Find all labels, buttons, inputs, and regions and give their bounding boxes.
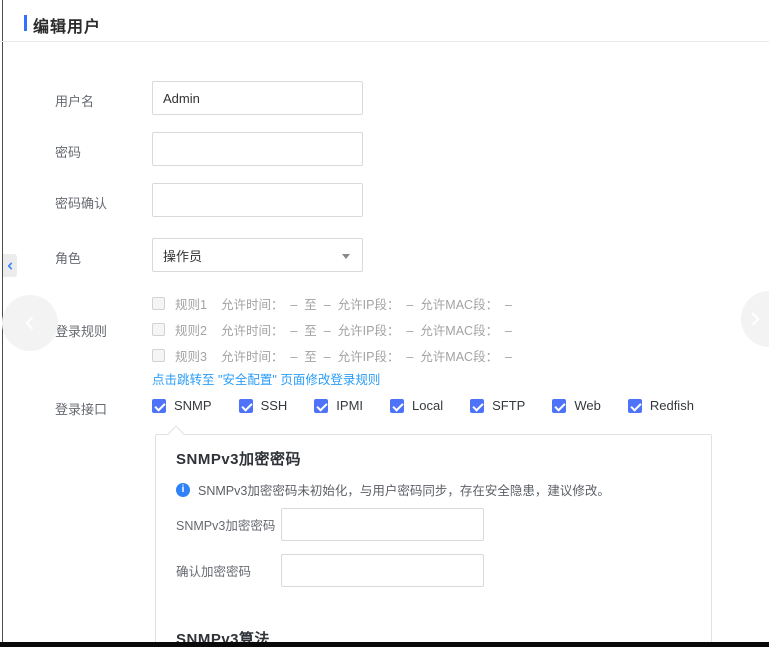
web-label: Web (574, 398, 601, 413)
rule2-checkbox[interactable] (152, 323, 165, 336)
login-rule-row-2: 规则2 允许时间： – 至 – 允许IP段： – 允许MAC段： – (152, 316, 512, 342)
snmpv3-confirm-row: 确认加密密码 (176, 554, 711, 587)
local-label: Local (412, 398, 443, 413)
rule1-name: 规则1 (175, 294, 207, 313)
rule3-detail: 允许时间： – 至 – 允许IP段： – 允许MAC段： – (221, 346, 512, 365)
sftp-label: SFTP (492, 398, 525, 413)
role-label: 角色 (55, 248, 81, 267)
snmpv3-panel: SNMPv3加密密码 i SNMPv3加密密码未初始化，与用户密码同步，存在安全… (155, 434, 712, 647)
panel-callout-notch (168, 426, 185, 443)
carousel-next-button[interactable] (741, 291, 769, 347)
username-label: 用户名 (55, 91, 94, 110)
snmpv3-confirm-label: 确认加密密码 (176, 561, 281, 580)
snmpv3-info-text: SNMPv3加密密码未初始化，与用户密码同步，存在安全隐患，建议修改。 (198, 480, 610, 499)
security-config-link[interactable]: 点击跳转至 "安全配置" 页面修改登录规则 (152, 369, 380, 388)
rule3-checkbox[interactable] (152, 349, 165, 362)
ssh-checkbox[interactable] (239, 399, 253, 413)
carousel-prev-button[interactable] (2, 295, 58, 351)
header-divider (0, 41, 769, 42)
ipmi-checkbox[interactable] (314, 399, 328, 413)
page-title: 编辑用户 (33, 13, 101, 37)
login-rule-row-3: 规则3 允许时间： – 至 – 允许IP段： – 允许MAC段： – (152, 342, 512, 368)
snmp-label: SNMP (174, 398, 212, 413)
snmpv3-info-row: i SNMPv3加密密码未初始化，与用户密码同步，存在安全隐患，建议修改。 (176, 481, 711, 498)
snmpv3-password-input[interactable] (281, 508, 484, 541)
local-checkbox[interactable] (390, 399, 404, 413)
password-label: 密码 (55, 142, 81, 161)
ipmi-label: IPMI (336, 398, 363, 413)
role-select[interactable]: 操作员 (152, 238, 363, 272)
rule1-checkbox[interactable] (152, 297, 165, 310)
edit-user-page: 编辑用户 用户名 密码 密码确认 角色 操作员 登录规则 规则1 允许时间： –… (0, 0, 769, 647)
sftp-checkbox[interactable] (470, 399, 484, 413)
iface-redfish: Redfish (628, 398, 694, 413)
iface-sftp: SFTP (470, 398, 525, 413)
info-icon: i (176, 483, 190, 497)
snmp-checkbox[interactable] (152, 399, 166, 413)
password-confirm-input[interactable] (152, 183, 363, 217)
login-interfaces-label: 登录接口 (55, 399, 107, 418)
password-confirm-label: 密码确认 (55, 193, 107, 212)
chevron-left-icon (6, 261, 14, 271)
role-selected-value: 操作员 (163, 246, 202, 265)
rule2-detail: 允许时间： – 至 – 允许IP段： – 允许MAC段： – (221, 320, 512, 339)
ssh-label: SSH (261, 398, 288, 413)
snmpv3-confirm-input[interactable] (281, 554, 484, 587)
iface-local: Local (390, 398, 443, 413)
snmpv3-password-row: SNMPv3加密密码 (176, 508, 711, 541)
web-checkbox[interactable] (552, 399, 566, 413)
snmpv3-password-label: SNMPv3加密密码 (176, 515, 281, 534)
login-interfaces-group: SNMP SSH IPMI Local SFTP Web Redfish (152, 398, 694, 413)
rule2-name: 规则2 (175, 320, 207, 339)
iface-web: Web (552, 398, 601, 413)
iface-ssh: SSH (239, 398, 288, 413)
chevron-right-icon (747, 309, 763, 329)
login-rules-list: 规则1 允许时间： – 至 – 允许IP段： – 允许MAC段： – 规则2 允… (152, 290, 512, 368)
sidebar-collapse-button[interactable] (3, 254, 17, 277)
login-rule-row-1: 规则1 允许时间： – 至 – 允许IP段： – 允许MAC段： – (152, 290, 512, 316)
login-rules-label: 登录规则 (55, 321, 107, 340)
iface-snmp: SNMP (152, 398, 212, 413)
bottom-black-bar (0, 642, 769, 647)
password-input[interactable] (152, 132, 363, 166)
redfish-label: Redfish (650, 398, 694, 413)
snmpv3-panel-title: SNMPv3加密密码 (176, 448, 711, 469)
rule3-name: 规则3 (175, 346, 207, 365)
chevron-left-icon (22, 313, 38, 333)
chevron-down-icon (342, 254, 350, 259)
rule1-detail: 允许时间： – 至 – 允许IP段： – 允许MAC段： – (221, 294, 512, 313)
title-accent-bar (24, 15, 27, 31)
username-input[interactable] (152, 81, 363, 115)
redfish-checkbox[interactable] (628, 399, 642, 413)
iface-ipmi: IPMI (314, 398, 363, 413)
